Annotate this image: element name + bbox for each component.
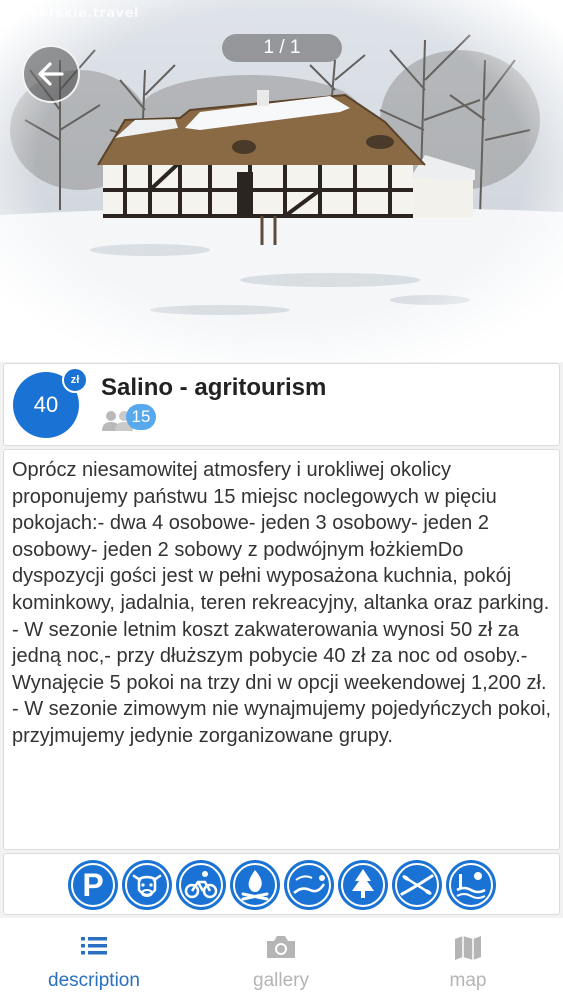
currency-badge: zł [62,367,88,393]
amenity-parking[interactable]: P [68,860,118,910]
tab-gallery-label: gallery [253,970,309,991]
forest-icon [341,863,385,907]
campfire-icon [233,863,277,907]
bottom-nav: description gallery map [0,918,563,1000]
amenity-kayaking[interactable] [392,860,442,910]
beach-icon [449,863,493,907]
amenity-campfire[interactable] [230,860,280,910]
kayak-icon [395,863,439,907]
back-button[interactable] [22,45,80,103]
description-panel[interactable]: Oprócz niesamowitej atmosfery i urokliwe… [3,449,560,850]
amenities-bar: P [3,853,560,915]
photo-watermark: pomorskie.travel [6,6,139,21]
listing-header: 40 zł Salino - agritourism 15 [3,363,560,446]
guests-count-badge: 15 [126,404,156,430]
bicycle-icon [179,863,223,907]
amenity-farm-animals[interactable] [122,860,172,910]
cow-icon [125,863,169,907]
svg-text:P: P [82,867,103,903]
tab-map-label: map [449,970,487,991]
tab-description-label: description [48,970,140,991]
photo-counter: 1 / 1 [222,34,342,62]
amenity-cycling[interactable] [176,860,226,910]
parking-icon: P [71,863,115,907]
arrow-left-icon [38,62,64,86]
amenity-trails[interactable] [284,860,334,910]
description-text: Oprócz niesamowitej atmosfery i urokliwe… [12,459,552,747]
trail-icon [287,863,331,907]
map-icon [455,936,481,960]
listing-photo[interactable]: pomorskie.travel 1 / 1 [0,0,563,362]
camera-icon [267,936,295,958]
tab-map[interactable]: map [374,918,562,1000]
tab-gallery[interactable]: gallery [187,918,375,1000]
tab-description[interactable]: description [0,918,188,1000]
listing-title: Salino - agritourism [101,374,327,401]
amenity-beach[interactable] [446,860,496,910]
amenity-forest[interactable] [338,860,388,910]
list-icon [81,937,107,955]
